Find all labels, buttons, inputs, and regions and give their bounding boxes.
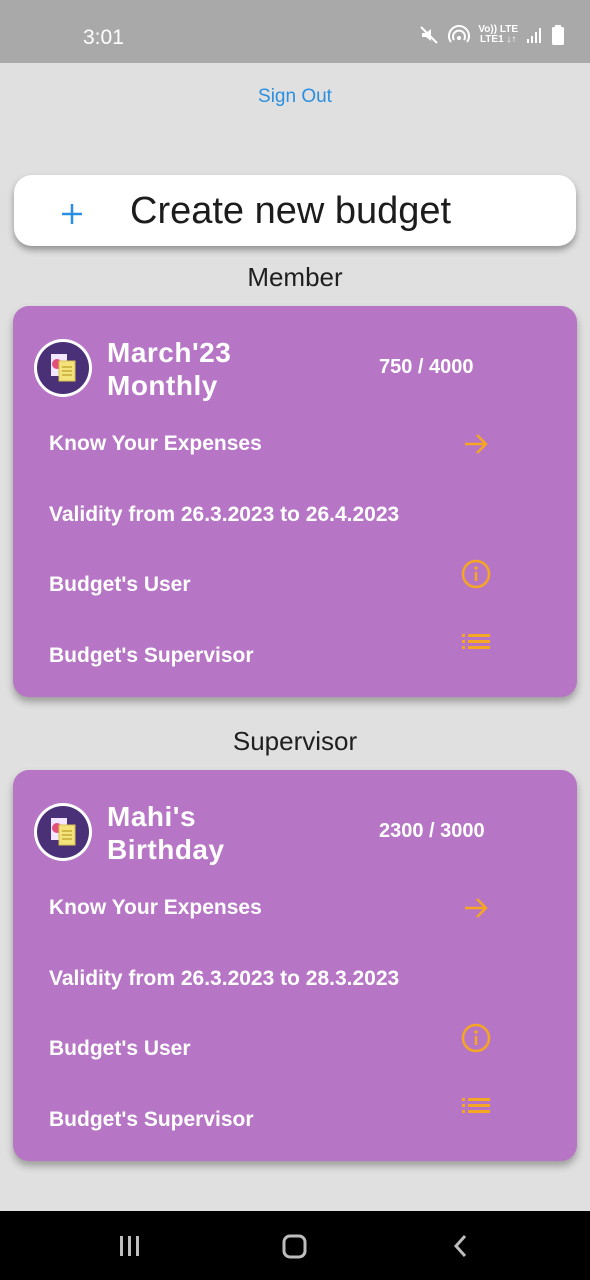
system-nav-bar bbox=[0, 1211, 590, 1280]
validity-label: Validity from 26.3.2023 to 26.4.2023 bbox=[49, 503, 400, 526]
budget-card[interactable]: March'23 Monthly 750 / 4000 Know Your Ex… bbox=[13, 306, 577, 697]
hotspot-icon bbox=[448, 25, 471, 43]
section-heading-member: Member bbox=[247, 262, 343, 292]
status-icons: Vo)) LTE LTE1 ↓↑ bbox=[418, 24, 564, 46]
arrow-right-icon[interactable] bbox=[462, 430, 490, 458]
status-time: 3:01 bbox=[83, 26, 124, 49]
budget-card[interactable]: Mahi's Birthday 2300 / 3000 Know Your Ex… bbox=[13, 770, 577, 1161]
budget-title-line2: Monthly bbox=[107, 370, 218, 401]
home-icon[interactable] bbox=[282, 1233, 308, 1259]
status-bar: 3:01 Vo)) LTE LTE1 ↓↑ bbox=[0, 0, 590, 63]
budget-amount: 2300 / 3000 bbox=[379, 820, 485, 842]
budget-title: March'23 Monthly bbox=[107, 336, 337, 402]
signal-icon bbox=[527, 28, 541, 43]
battery-icon bbox=[552, 25, 564, 45]
budget-user-label: Budget's User bbox=[49, 573, 191, 596]
budget-title-line1: Mahi's bbox=[107, 801, 197, 832]
budget-title-line1: March'23 bbox=[107, 337, 232, 368]
budget-user-label: Budget's User bbox=[49, 1037, 191, 1060]
budget-title-line2: Birthday bbox=[107, 834, 225, 865]
know-expenses-label: Know Your Expenses bbox=[49, 432, 262, 455]
know-expenses-label: Know Your Expenses bbox=[49, 896, 262, 919]
recent-apps-icon[interactable] bbox=[118, 1233, 142, 1259]
section-heading-supervisor: Supervisor bbox=[232, 726, 358, 756]
budget-supervisor-label: Budget's Supervisor bbox=[49, 644, 254, 667]
budget-title: Mahi's Birthday bbox=[107, 800, 337, 866]
back-icon[interactable] bbox=[451, 1233, 471, 1259]
create-budget-button[interactable]: Create new budget bbox=[14, 175, 576, 246]
budget-document-icon bbox=[51, 354, 76, 382]
lte-indicator: Vo)) LTE LTE1 ↓↑ bbox=[478, 25, 518, 45]
mute-icon bbox=[420, 26, 439, 44]
budget-supervisor-label: Budget's Supervisor bbox=[49, 1108, 254, 1131]
arrow-right-icon[interactable] bbox=[462, 894, 490, 922]
budget-avatar bbox=[34, 339, 92, 397]
list-icon[interactable] bbox=[462, 1095, 490, 1117]
budget-amount: 750 / 4000 bbox=[379, 356, 474, 378]
info-icon[interactable] bbox=[460, 558, 492, 590]
validity-label: Validity from 26.3.2023 to 28.3.2023 bbox=[49, 967, 400, 990]
sign-out-link[interactable]: Sign Out bbox=[0, 86, 590, 108]
info-icon[interactable] bbox=[460, 1022, 492, 1054]
lte-bottom: LTE1 ↓↑ bbox=[479, 34, 517, 45]
budget-document-icon bbox=[51, 818, 76, 846]
list-icon[interactable] bbox=[462, 631, 490, 653]
create-budget-label: Create new budget bbox=[130, 190, 452, 232]
budget-avatar bbox=[34, 803, 92, 861]
plus-icon bbox=[62, 204, 82, 224]
